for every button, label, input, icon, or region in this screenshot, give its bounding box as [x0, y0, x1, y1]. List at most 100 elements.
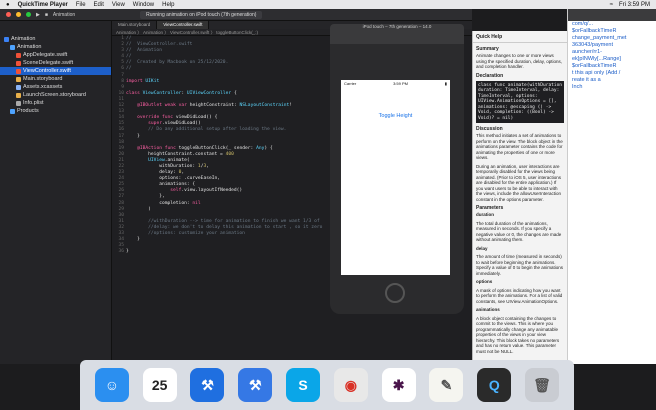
param-options: options — [476, 279, 493, 284]
browser-text-line[interactable]: Inch — [568, 84, 656, 91]
menu-window[interactable]: Window — [133, 2, 154, 8]
navigator-item-label: Animation — [17, 44, 42, 50]
run-icon[interactable]: ▶ — [36, 12, 40, 18]
storyboard-icon — [16, 92, 21, 98]
device-status-bar: Carrier 3:59 PM ▮ — [341, 80, 450, 87]
finder-icon[interactable]: ☺ — [94, 368, 129, 402]
navigator-item-label: Assets.xcassets — [23, 84, 63, 90]
tab-main-storyboard[interactable]: Main.storyboard — [112, 21, 158, 29]
scheme-selector[interactable]: Animation — [53, 12, 75, 18]
toggle-height-button[interactable]: Toggle Height — [341, 113, 450, 119]
activity-status: Running animation on iPod touch (7th gen… — [140, 10, 263, 19]
assets-icon — [16, 84, 21, 90]
stop-icon[interactable]: ■ — [45, 12, 48, 18]
discussion-text: This method initiates a set of animation… — [476, 133, 563, 160]
app-menu[interactable]: QuickTime Player — [18, 2, 68, 8]
home-button[interactable] — [385, 283, 405, 303]
navigator-item[interactable]: SceneDelegate.swift — [0, 59, 111, 67]
trash-icon[interactable]: 🗑 — [525, 368, 560, 402]
quicktime-icon[interactable]: Q — [477, 368, 512, 402]
param-delay-desc: The amount of time (measured in seconds)… — [476, 254, 564, 276]
xcode-icon[interactable]: ⚒ — [190, 368, 225, 402]
device-time: 3:59 PM — [393, 81, 408, 86]
navigator-item[interactable]: LaunchScreen.storyboard — [0, 91, 111, 99]
summary-heading: Summary — [476, 46, 499, 52]
browser-text-line[interactable]: ek]pINWly[...Range] — [568, 56, 656, 63]
navigator-item[interactable]: Assets.xcassets — [0, 83, 111, 91]
browser-text-line[interactable]: com/q/... — [568, 21, 656, 28]
declaration-code: class func animate(withDuration duration… — [476, 80, 564, 123]
project-navigator: Animation Animation AppDelegate.swift Scene… — [0, 21, 112, 364]
swift-file-icon — [16, 68, 21, 74]
carrier-label: Carrier — [344, 81, 357, 86]
chrome-icon[interactable]: ◉ — [333, 368, 368, 402]
navigator-item[interactable]: Main.storyboard — [0, 75, 111, 83]
param-animations: animations — [476, 307, 500, 312]
minimize-button[interactable] — [16, 12, 21, 17]
clock[interactable]: Fri 3:59 PM — [619, 2, 650, 8]
browser-text-line[interactable]: $orFallbackTimeR — [568, 28, 656, 35]
quick-help-inspector: Quick Help Summary Animate changes to on… — [472, 31, 567, 364]
navigator-item[interactable]: Info.plist — [0, 99, 111, 107]
swift-file-icon — [16, 52, 21, 58]
close-button[interactable] — [6, 12, 11, 17]
skype-icon[interactable]: S — [286, 368, 321, 402]
wifi-icon[interactable]: ≈ — [610, 2, 613, 8]
declaration-heading: Declaration — [476, 72, 504, 79]
param-animations-desc: A block object containing the changes to… — [476, 315, 560, 354]
apple-menu-icon[interactable]: ● — [6, 2, 10, 8]
source-code[interactable]: //// ViewController.swift// Animation///… — [126, 36, 322, 255]
menu-file[interactable]: File — [76, 2, 86, 8]
folder-icon — [10, 108, 15, 114]
browser-text-line[interactable]: $orFallbackTimeR — [568, 63, 656, 70]
browser-window: com/q/... $orFallbackTimeR change_payment_… — [567, 9, 656, 364]
navigator-item[interactable]: Animation — [0, 43, 111, 51]
menu-help[interactable]: Help — [162, 2, 174, 8]
tab-viewcontroller[interactable]: ViewController.swift — [157, 21, 210, 29]
navigator-item[interactable]: ViewController.swift — [0, 67, 111, 75]
calendar-icon[interactable]: 25 — [142, 368, 177, 402]
param-options-desc: A mask of options indicating how you wan… — [476, 287, 563, 304]
browser-text-line[interactable]: auncher/rr1- — [568, 49, 656, 56]
navigator-item[interactable]: AppDelegate.swift — [0, 51, 111, 59]
folder-icon — [10, 44, 15, 50]
navigator-item[interactable]: Animation — [0, 35, 111, 43]
dock: ☺ 25 ⚒ ⚒ S ◉ ✱ ✎ Q 🗑 — [80, 360, 574, 410]
navigator-item-label: SceneDelegate.swift — [23, 60, 74, 66]
browser-text-line[interactable]: reate it as a — [568, 77, 656, 84]
simulator-title: iPod touch – 7th generation – 14.0 — [362, 24, 432, 29]
xcode-toolbar: ▶ ■ Animation Running animation on iPod … — [0, 9, 472, 21]
browser-text-line[interactable]: change_payment_met — [568, 35, 656, 42]
menu-edit[interactable]: Edit — [94, 2, 104, 8]
navigator-item-label: LaunchScreen.storyboard — [23, 92, 86, 98]
slack-icon[interactable]: ✱ — [381, 368, 416, 402]
simulator-screen[interactable]: Carrier 3:59 PM ▮ Toggle Height — [341, 80, 450, 275]
navigator-item[interactable]: Products — [0, 107, 111, 115]
zoom-button[interactable] — [26, 12, 31, 17]
browser-text-line[interactable]: 363043/payment — [568, 42, 656, 49]
parameters-heading: Parameters — [476, 205, 504, 211]
navigator-item-label: Animation — [11, 36, 36, 42]
summary-text: Animate changes to one or more views usi… — [476, 53, 562, 69]
menu-view[interactable]: View — [112, 2, 125, 8]
battery-icon: ▮ — [444, 81, 447, 86]
project-icon — [4, 36, 9, 42]
discussion-heading: Discussion — [476, 126, 503, 132]
xcode-beta-icon[interactable]: ⚒ — [238, 368, 273, 402]
navigator-item-label: Info.plist — [23, 100, 44, 106]
line-number: 36 — [118, 249, 124, 255]
navigator-item-label: Main.storyboard — [23, 76, 63, 82]
storyboard-icon — [16, 76, 21, 82]
navigator-item-label: Products — [17, 108, 39, 114]
browser-toolbar — [568, 9, 656, 21]
code-line[interactable]: } — [126, 249, 322, 255]
discussion-text-2: During an animation, user interactions a… — [476, 163, 562, 202]
simulator-titlebar[interactable]: iPod touch – 7th generation – 14.0 — [330, 24, 464, 44]
swift-file-icon — [16, 60, 21, 66]
navigator-item-label: ViewController.swift — [23, 68, 71, 74]
textedit-icon[interactable]: ✎ — [429, 368, 464, 402]
line-number-gutter: 1 2 3 4 5 6 7 8 9 10 11 12 13 14 15 16 17 18 19 20 21 22 23 24 2… — [112, 36, 124, 364]
param-duration: duration — [476, 212, 494, 217]
browser-text-line[interactable]: t this api only (Add / — [568, 70, 656, 77]
quick-help-title: Quick Help — [476, 34, 503, 40]
